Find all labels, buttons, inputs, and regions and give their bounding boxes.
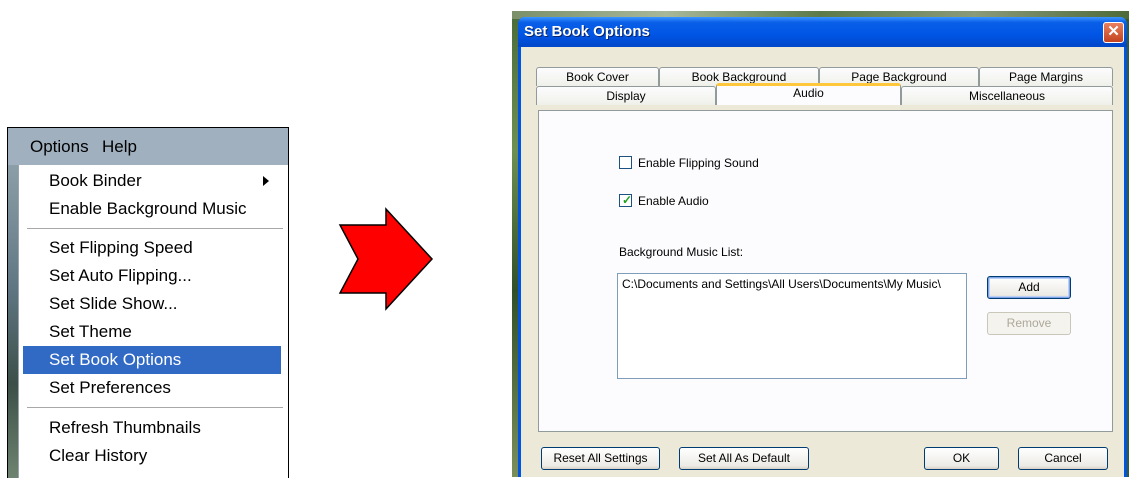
tab-book-cover[interactable]: Book Cover [536,67,659,86]
checkbox-box: ✓ [619,193,633,207]
dialog-screenshot: Set Book Options ✕ Book Cover Book Backg… [512,11,1129,477]
menu-item-set-slide-show[interactable]: Set Slide Show... [23,290,281,318]
checkbox-label: Enable Flipping Sound [638,156,759,170]
menu-separator [27,407,283,409]
menu-screenshot: Options Help Book Binder Enable Backgrou… [7,127,289,478]
add-button[interactable]: Add [987,276,1071,299]
right-arrow-icon [338,207,434,311]
set-all-as-default-button[interactable]: Set All As Default [679,447,809,470]
checkbox-label: Enable Audio [638,194,709,208]
menu-item-clear-history[interactable]: Clear History [23,442,281,470]
remove-button[interactable]: Remove [987,312,1071,335]
menubar-options[interactable]: Options [26,135,93,159]
enable-flipping-sound-checkbox[interactable]: Enable Flipping Sound [619,156,759,170]
close-icon: ✕ [1107,23,1120,40]
menu-separator [27,228,283,230]
close-button[interactable]: ✕ [1103,22,1124,43]
background-strip [8,165,18,478]
menu-item-set-book-options[interactable]: Set Book Options [23,346,281,374]
menu-item-set-auto-flipping[interactable]: Set Auto Flipping... [23,262,281,290]
menu-item-refresh-thumbnails[interactable]: Refresh Thumbnails [23,414,281,442]
menu-item-set-preferences[interactable]: Set Preferences [23,374,281,402]
tab-display[interactable]: Display [536,86,716,105]
enable-audio-checkbox[interactable]: ✓ Enable Audio [619,193,709,208]
menu-item-set-theme[interactable]: Set Theme [23,318,281,346]
tab-page-margins[interactable]: Page Margins [979,67,1113,86]
background-music-listbox[interactable]: C:\Documents and Settings\All Users\Docu… [617,273,967,379]
submenu-arrow-icon [263,176,269,186]
menu-bar: Options Help [8,128,288,165]
cancel-button[interactable]: Cancel [1018,447,1108,470]
menubar-help[interactable]: Help [98,135,141,159]
reset-all-settings-button[interactable]: Reset All Settings [541,447,660,470]
dialog-title: Set Book Options [524,23,650,40]
menu-item-label: Book Binder [49,171,142,190]
options-menu: Book Binder Enable Background Music Set … [18,165,287,478]
menu-item-enable-background-music[interactable]: Enable Background Music [23,195,281,223]
audio-tab-panel: Enable Flipping Sound ✓ Enable Audio Back… [538,110,1113,432]
checkbox-box [619,156,632,169]
menu-item-book-binder[interactable]: Book Binder [23,167,281,195]
background-music-list-label: Background Music List: [619,245,744,259]
tab-audio[interactable]: Audio [716,83,901,105]
tab-miscellaneous[interactable]: Miscellaneous [901,86,1113,105]
menu-item-set-flipping-speed[interactable]: Set Flipping Speed [23,234,281,262]
list-item[interactable]: C:\Documents and Settings\All Users\Docu… [622,277,962,291]
checkmark-icon: ✓ [622,193,633,207]
dialog-body: Book Cover Book Background Page Backgrou… [521,47,1124,477]
title-bar[interactable]: Set Book Options ✕ [518,17,1127,47]
set-book-options-dialog: Set Book Options ✕ Book Cover Book Backg… [518,17,1127,477]
ok-button[interactable]: OK [924,447,999,470]
